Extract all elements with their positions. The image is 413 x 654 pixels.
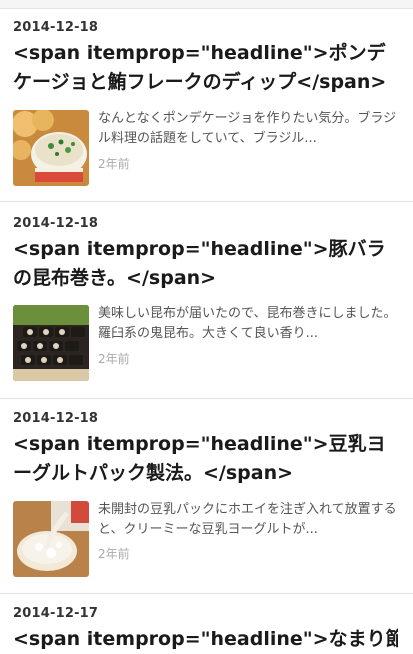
article-card[interactable]: 2014-12-18 <span itemprop="headline">豆乳ヨ… bbox=[0, 399, 413, 592]
soy-yogurt-photo bbox=[13, 501, 89, 577]
article-card[interactable]: 2014-12-17 <span itemprop="headline">なまり… bbox=[0, 594, 413, 650]
article-thumbnail[interactable] bbox=[13, 501, 89, 577]
article-card[interactable]: 2014-12-18 <span itemprop="headline">豚バラ… bbox=[0, 202, 413, 398]
article-excerpt: 美味しい昆布が届いたので、昆布巻きにしました。羅臼系の鬼昆布。大きくて良い香り.… bbox=[98, 306, 397, 341]
article-date: 2014-12-18 bbox=[13, 216, 99, 231]
article-card[interactable]: 2014-12-18 <span itemprop="headline">ポンデ… bbox=[0, 0, 413, 200]
article-thumbnail[interactable] bbox=[13, 110, 89, 186]
article-date: 2014-12-18 bbox=[13, 20, 99, 35]
article-date: 2014-12-18 bbox=[13, 411, 99, 426]
article-excerpt: なんとなくポンデケージョを作りたい気分。ブラジル料理の話題をしていて、ブラジル.… bbox=[98, 111, 397, 146]
article-age: 2年前 bbox=[98, 547, 130, 561]
article-date: 2014-12-17 bbox=[13, 606, 99, 621]
article-excerpt: 未開封の豆乳パックにホエイを注ぎ入れて放置すると、クリーミーな豆乳ヨーグルトが.… bbox=[98, 502, 397, 537]
pork-kombu-rolls-photo bbox=[13, 305, 89, 381]
bread-and-tuna-dip-photo bbox=[13, 110, 89, 186]
article-title[interactable]: <span itemprop="headline">ポンデケージョと鮪フレークの… bbox=[13, 39, 398, 97]
article-age: 2年前 bbox=[98, 352, 130, 366]
article-thumbnail[interactable] bbox=[13, 305, 89, 381]
article-age: 2年前 bbox=[98, 157, 130, 171]
article-title[interactable]: <span itemprop="headline">豚バラの昆布巻き。</spa… bbox=[13, 235, 398, 293]
article-title[interactable]: <span itemprop="headline">豆乳ヨーグルトパック製法。<… bbox=[13, 430, 398, 488]
